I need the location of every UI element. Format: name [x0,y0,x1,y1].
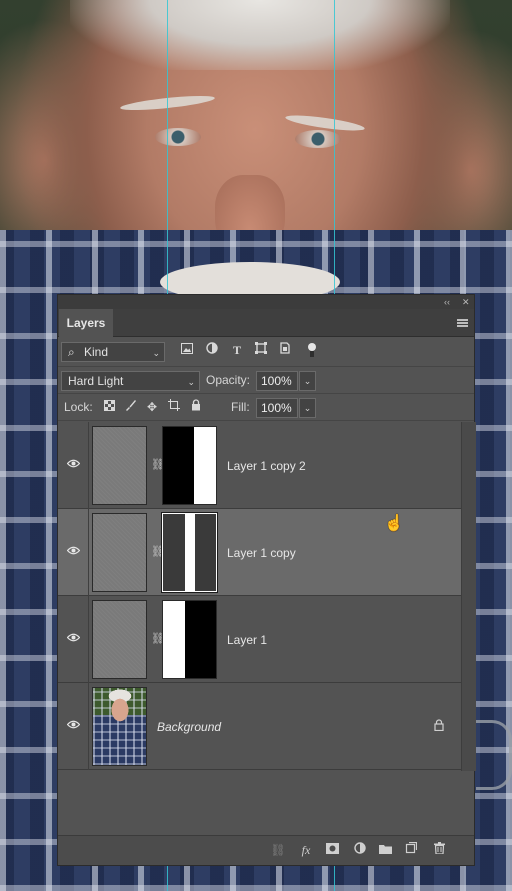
new-layer-icon[interactable] [403,841,419,858]
layer-thumbnail[interactable] [92,426,147,505]
link-layers-icon[interactable]: ⛓ [270,842,286,858]
visibility-eye-icon[interactable] [66,458,80,472]
blend-mode-dropdown[interactable]: Hard Light ⌄ [61,371,200,391]
layers-scrollbar[interactable] [461,422,476,771]
background-thumbnail[interactable] [92,687,147,766]
layer-name[interactable]: Background [157,720,221,734]
lock-icon[interactable] [434,719,444,734]
adjustment-layer-icon[interactable] [352,842,368,858]
lock-artboard-icon[interactable] [166,399,182,415]
layer-thumbnail[interactable] [92,600,147,679]
layer-name[interactable]: Layer 1 copy 2 [227,459,306,473]
opacity-input[interactable]: 100% ⌄ [256,371,316,391]
chevron-down-icon: ⌄ [152,348,160,358]
chevron-down-icon[interactable]: ⌄ [299,398,316,418]
opacity-label: Opacity: [206,373,251,387]
photo-eye-left [155,128,201,146]
mask-white-region [185,514,195,591]
opacity-value: 100% [261,374,292,388]
close-icon[interactable]: ✕ [462,295,470,309]
layers-list: ⛓ Layer 1 copy 2 ⛓ Layer 1 copy ⛓ Layer … [58,422,461,771]
fill-value: 100% [261,401,292,415]
panel-bottom-bar: ⛓ fx [58,835,474,865]
delete-icon[interactable] [431,842,447,858]
filter-toggle-icon[interactable] [304,342,320,358]
photo-strap [476,720,512,790]
lock-all-icon[interactable] [188,399,204,415]
mask-white-region [194,427,216,504]
adjustment-filter-icon[interactable] [204,342,220,358]
layer-row[interactable]: ⛓ Layer 1 [58,596,461,683]
layer-mask-thumbnail[interactable] [162,426,217,505]
lock-label: Lock: [64,400,93,414]
layer-name[interactable]: Layer 1 copy [227,546,296,560]
mask-white-region [163,601,185,678]
lock-transparent-pixels-icon[interactable] [101,399,117,415]
collapse-icon[interactable]: ‹‹ [444,295,450,309]
fx-icon[interactable]: fx [298,842,314,858]
type-filter-icon[interactable]: T [229,342,245,358]
smart-object-filter-icon[interactable] [277,342,293,358]
panel-menu-icon[interactable] [457,319,468,327]
visibility-eye-icon[interactable] [66,632,80,646]
chevron-down-icon: ⌄ [187,377,195,387]
layer-thumbnail[interactable] [92,513,147,592]
layer-mask-thumbnail[interactable] [162,600,217,679]
visibility-eye-icon[interactable] [66,545,80,559]
visibility-separator [88,596,89,683]
visibility-separator [88,683,89,770]
shape-filter-icon[interactable] [253,342,269,358]
lock-position-icon[interactable]: ✥ [144,399,160,415]
lock-image-pixels-icon[interactable] [123,399,139,415]
layers-panel: ‹‹ ✕ Layers ⌕ Kind ⌄ T Hard Light ⌄ Opac… [57,294,476,866]
layer-row[interactable]: ⛓ Layer 1 copy 2 [58,422,461,509]
layer-name[interactable]: Layer 1 [227,633,267,647]
kind-filter-dropdown[interactable]: ⌕ Kind ⌄ [61,342,165,362]
kind-filter-value: Kind [84,345,109,359]
blend-mode-value: Hard Light [68,374,124,388]
photo-hair [70,0,450,70]
panel-title-bar[interactable]: ‹‹ ✕ [58,295,474,309]
filter-row: ⌕ Kind ⌄ T [58,337,474,367]
blend-row: Hard Light ⌄ Opacity: 100% ⌄ [58,367,474,394]
lock-row: Lock: ✥ Fill: 100% ⌄ [58,394,474,421]
visibility-separator [88,422,89,509]
layer-mask-thumbnail[interactable] [161,512,218,593]
add-mask-icon[interactable] [324,842,340,858]
image-filter-icon[interactable] [179,342,195,358]
search-icon: ⌕ [68,345,75,359]
chevron-down-icon[interactable]: ⌄ [299,371,316,391]
layer-row-background[interactable]: Background [58,683,461,770]
visibility-eye-icon[interactable] [66,719,80,733]
panel-tab-row: Layers [58,309,474,337]
new-group-icon[interactable] [377,842,393,858]
fill-label: Fill: [231,400,250,414]
tab-layers[interactable]: Layers [59,309,113,337]
fill-input[interactable]: 100% ⌄ [256,398,316,418]
hand-cursor-icon: ☝ [384,515,404,532]
visibility-separator [88,509,89,596]
